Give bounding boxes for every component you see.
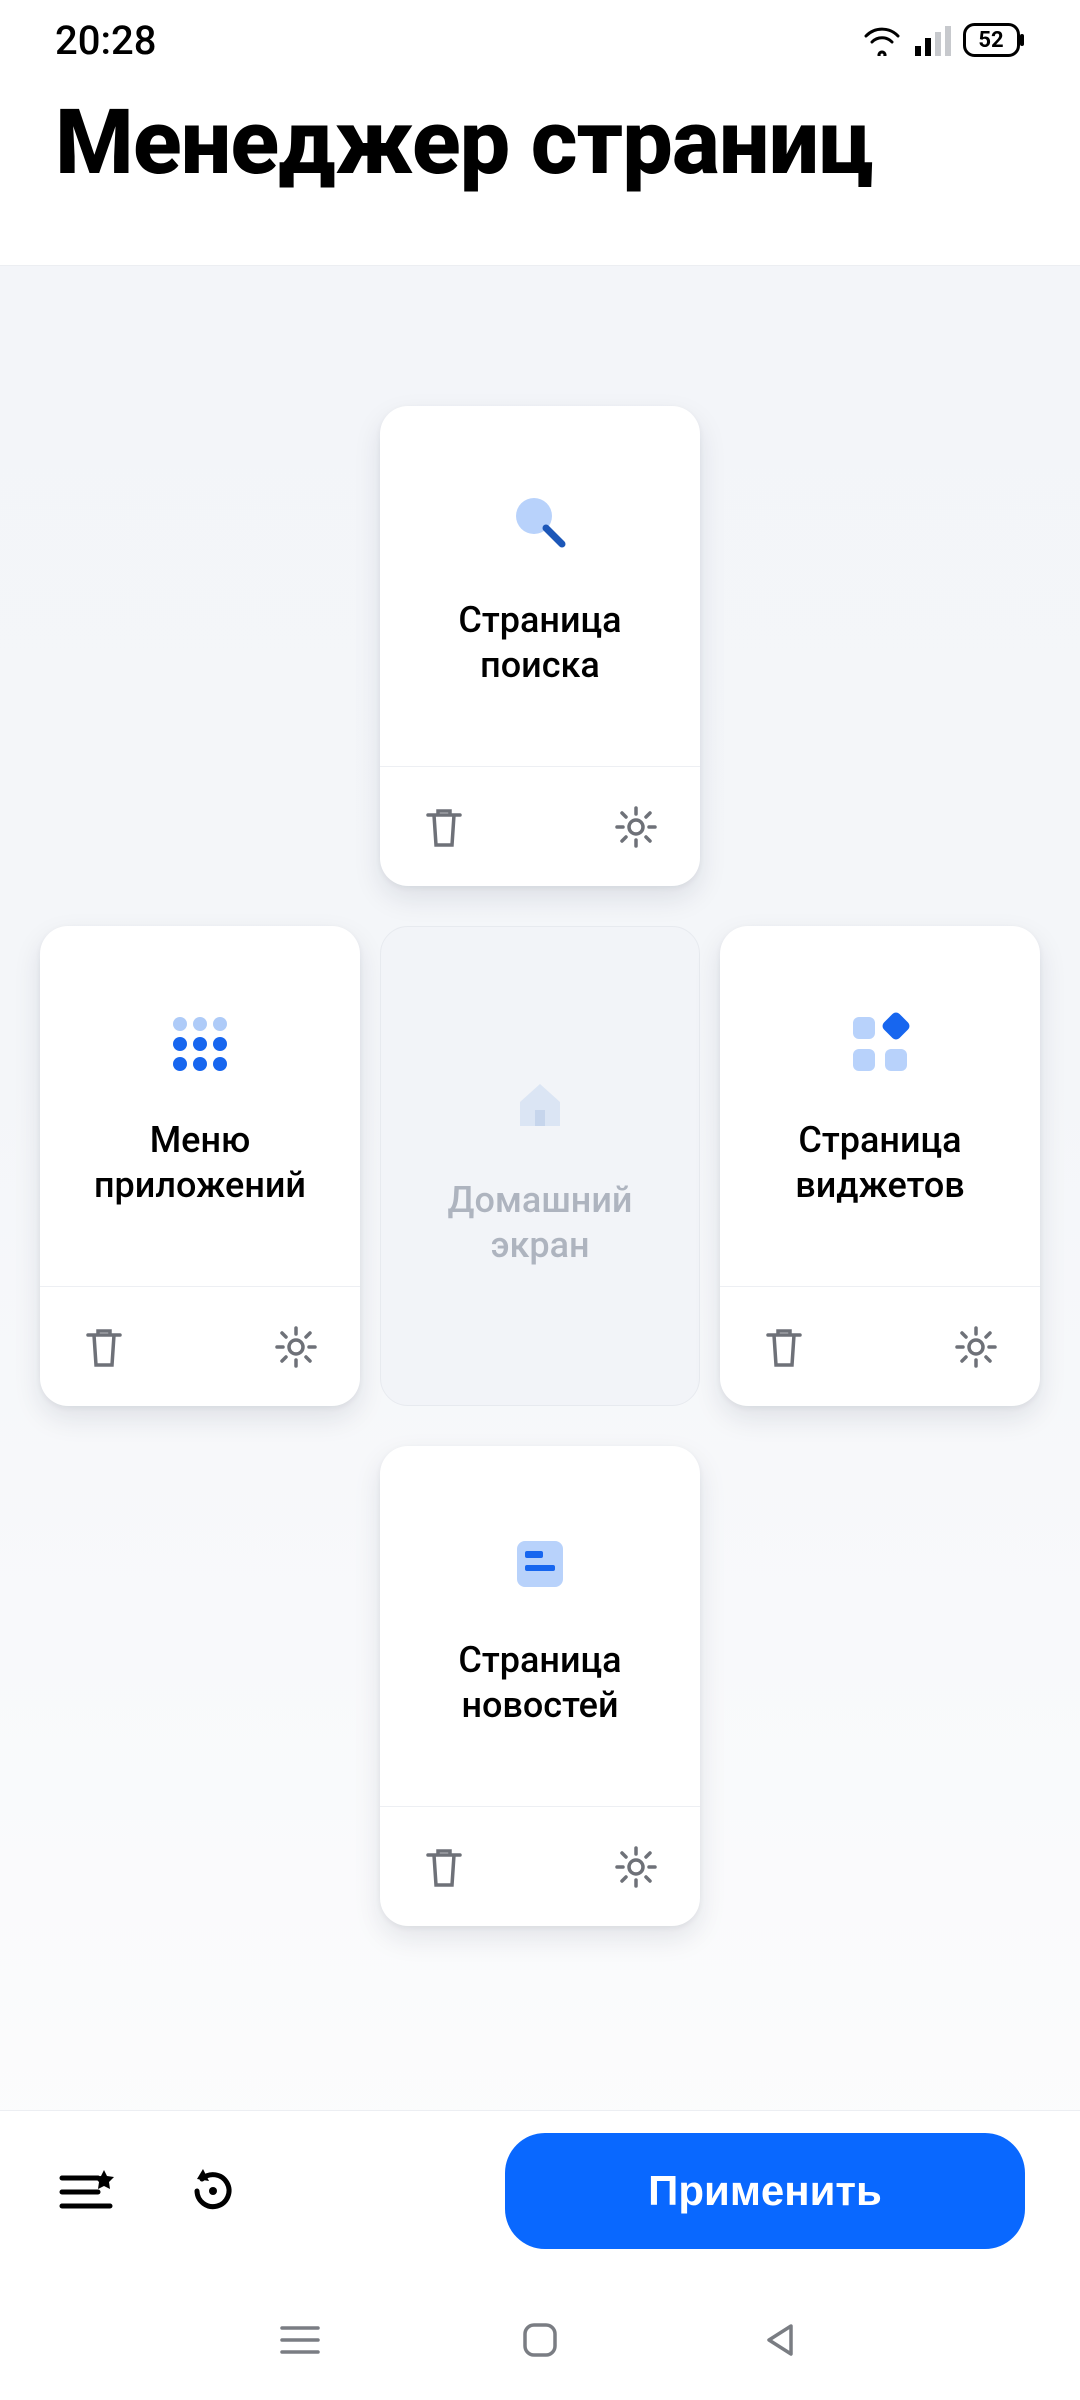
card-search-page[interactable]: Страница поиска [380, 406, 700, 886]
status-bar: 20:28 52 [0, 0, 1080, 80]
card-news-page[interactable]: Страница новостей [380, 1446, 700, 1926]
main-area: Страница поиска [0, 265, 1080, 2215]
card-label: Страница новостей [406, 1638, 674, 1728]
card-label: Страница поиска [406, 598, 674, 688]
search-icon [500, 484, 580, 564]
settings-button[interactable] [608, 1839, 664, 1895]
delete-button[interactable] [756, 1319, 812, 1375]
nav-back-button[interactable] [750, 2310, 810, 2370]
widgets-icon [840, 1004, 920, 1084]
nav-recent-button[interactable] [270, 2310, 330, 2370]
card-home-screen: Домашний экран [380, 926, 700, 1406]
wifi-icon [861, 24, 903, 56]
bottom-bar: Применить [0, 2110, 1080, 2270]
battery-text: 52 [978, 28, 1003, 53]
header: Менеджер страниц [0, 80, 1080, 265]
apps-grid-icon [160, 1004, 240, 1084]
settings-button[interactable] [948, 1319, 1004, 1375]
delete-button[interactable] [416, 1839, 472, 1895]
status-time: 20:28 [55, 17, 156, 64]
card-label: Страница виджетов [746, 1118, 1014, 1208]
signal-icon [915, 24, 951, 56]
battery-icon: 52 [963, 23, 1025, 57]
page-title: Менеджер страниц [55, 90, 1025, 195]
settings-button[interactable] [268, 1319, 324, 1375]
news-icon [500, 1524, 580, 1604]
card-label: Домашний экран [407, 1178, 673, 1268]
status-icons: 52 [861, 23, 1025, 57]
card-widgets-page[interactable]: Страница виджетов [720, 926, 1040, 1406]
list-star-button[interactable] [55, 2159, 119, 2223]
system-nav-bar [0, 2280, 1080, 2400]
card-label: Меню приложений [66, 1118, 334, 1208]
reset-button[interactable] [179, 2159, 243, 2223]
delete-button[interactable] [416, 799, 472, 855]
nav-home-button[interactable] [510, 2310, 570, 2370]
settings-button[interactable] [608, 799, 664, 855]
home-icon [500, 1064, 580, 1144]
delete-button[interactable] [76, 1319, 132, 1375]
card-apps-menu[interactable]: Меню приложений [40, 926, 360, 1406]
apply-button[interactable]: Применить [505, 2133, 1025, 2249]
